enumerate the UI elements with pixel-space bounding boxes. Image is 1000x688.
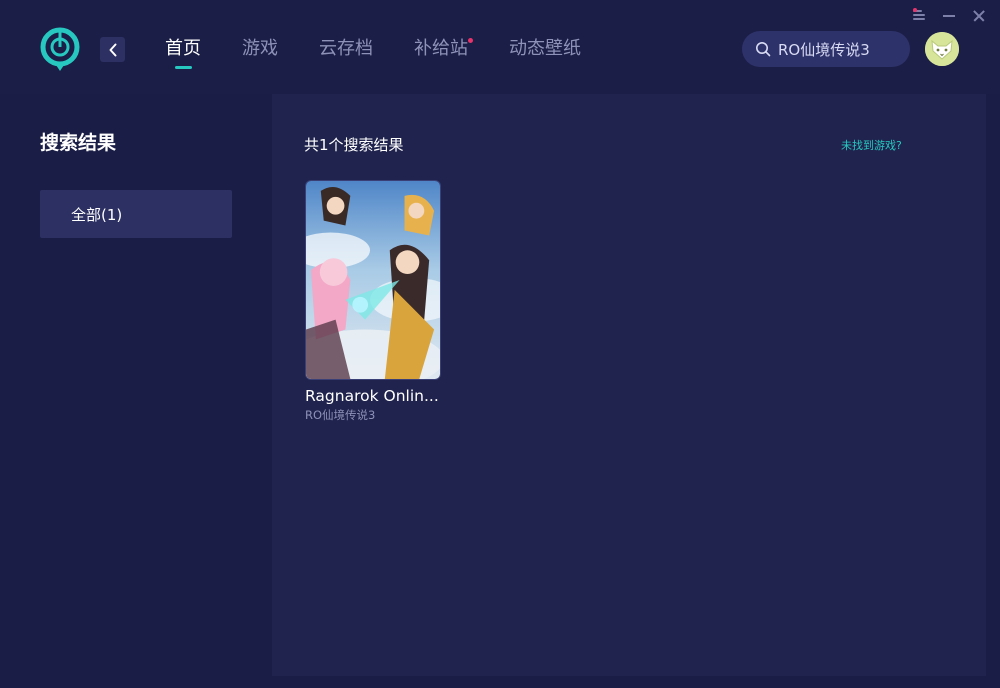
- sidebar: 搜索结果 全部(1): [0, 94, 270, 688]
- sidebar-item-label: 全部(1): [71, 205, 123, 224]
- result-count: 共1个搜索结果: [304, 136, 404, 154]
- chevron-left-icon: [109, 43, 116, 56]
- nav-tab-label: 动态壁纸: [509, 38, 581, 59]
- minimize-icon[interactable]: [940, 6, 958, 24]
- fox-avatar-icon: [925, 32, 959, 66]
- not-found-link[interactable]: 未找到游戏?: [841, 137, 902, 153]
- nav-tab-home[interactable]: 首页: [165, 36, 201, 69]
- window-controls: [910, 6, 988, 24]
- nav-tab-live-wallpaper[interactable]: 动态壁纸: [509, 36, 581, 62]
- sidebar-title: 搜索结果: [40, 132, 117, 154]
- sidebar-item-all[interactable]: 全部(1): [40, 190, 232, 238]
- menu-icon[interactable]: [910, 6, 928, 24]
- nav-tab-supply-station[interactable]: 补给站: [414, 36, 473, 62]
- game-cover-image[interactable]: [305, 180, 441, 380]
- search-bar[interactable]: [742, 31, 910, 67]
- top-bar: 首页 游戏 云存档 补给站 动态壁纸: [0, 0, 1000, 94]
- app-logo-icon[interactable]: [38, 26, 82, 74]
- search-results-panel: 共1个搜索结果 未找到游戏? Ragnarok Onlin... RO仙境传说3: [272, 94, 986, 676]
- notification-dot: [468, 38, 473, 43]
- nav-tab-label: 首页: [165, 38, 201, 59]
- search-input[interactable]: [778, 40, 908, 58]
- nav-tab-label: 补给站: [414, 38, 468, 59]
- game-title: Ragnarok Onlin...: [305, 387, 439, 405]
- back-button[interactable]: [100, 37, 125, 62]
- nav-tab-label: 云存档: [319, 38, 373, 59]
- game-card[interactable]: Ragnarok Onlin... RO仙境传说3: [305, 180, 441, 423]
- main-nav: 首页 游戏 云存档 补给站 动态壁纸: [165, 36, 622, 69]
- game-subtitle: RO仙境传说3: [305, 408, 376, 422]
- close-icon[interactable]: [970, 6, 988, 24]
- avatar[interactable]: [925, 32, 959, 66]
- nav-tab-games[interactable]: 游戏: [242, 36, 278, 62]
- search-icon: [756, 42, 771, 57]
- nav-tab-label: 游戏: [242, 38, 278, 59]
- nav-tab-cloud-save[interactable]: 云存档: [319, 36, 373, 62]
